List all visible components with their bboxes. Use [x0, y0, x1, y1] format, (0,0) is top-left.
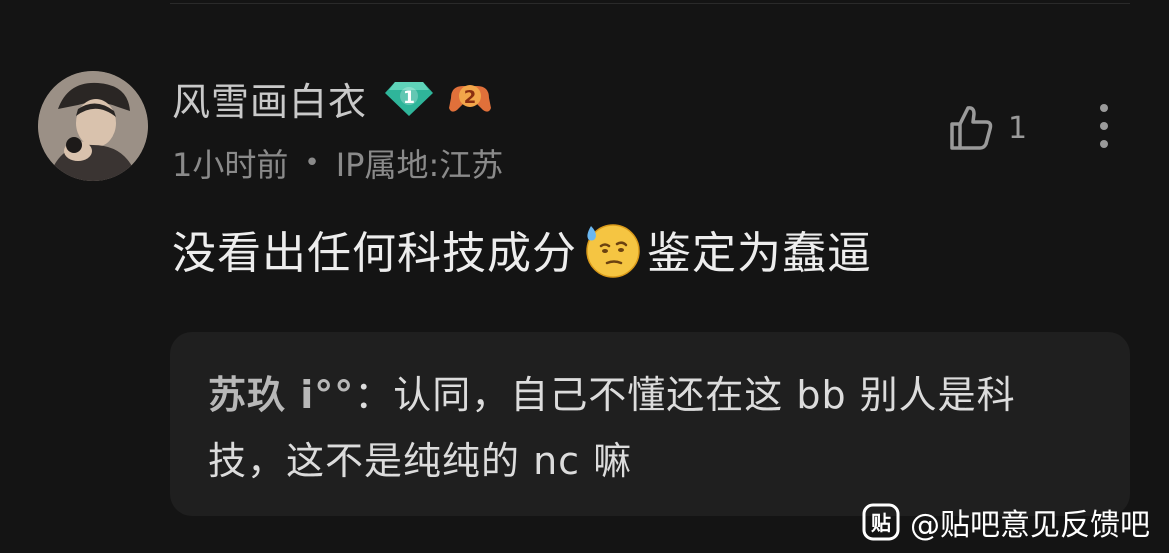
post-time: 1小时前 — [172, 146, 289, 184]
tieba-logo-text: 贴 — [871, 511, 891, 535]
reply-author[interactable]: 苏玖 i°° — [208, 373, 354, 417]
post-meta: 1小时前 • IP属地:江苏 — [172, 140, 503, 186]
reply-preview[interactable]: 苏玖 i°°：认同，自己不懂还在这 bb 别人是科技，这不是纯纯的 nc 嘛 — [170, 332, 1130, 516]
username[interactable]: 风雪画白衣 — [172, 71, 367, 126]
reply-content: 苏玖 i°°：认同，自己不懂还在这 bb 别人是科技，这不是纯纯的 nc 嘛 — [208, 362, 1088, 494]
reply-separator: ： — [354, 373, 394, 417]
thumbs-up-icon — [948, 104, 994, 152]
ip-location: IP属地:江苏 — [335, 146, 504, 184]
username-row: 风雪画白衣 1 2 — [172, 72, 495, 124]
comment-text-part-2: 鉴定为蠢逼 — [647, 228, 872, 279]
meta-separator: • — [304, 148, 320, 178]
like-count: 1 — [1008, 110, 1028, 146]
avatar[interactable] — [38, 71, 148, 181]
level-badge-label: 1 — [403, 88, 415, 108]
sweat-face-emoji — [579, 216, 645, 282]
more-vertical-icon — [1100, 104, 1108, 148]
avatar-image — [38, 71, 148, 181]
watermark-text: @贴吧意见反馈吧 — [910, 508, 1150, 543]
level-badge-icon: 1 — [383, 78, 435, 118]
divider — [170, 3, 1130, 4]
more-options-button[interactable] — [1086, 100, 1122, 154]
game-badge-label: 2 — [464, 87, 477, 108]
tieba-logo-icon: 贴 — [862, 503, 900, 541]
like-button[interactable]: 1 — [948, 100, 1027, 156]
comment-content: 没看出任何科技成分 鉴定为蠢逼 — [172, 216, 872, 282]
comment-text-part-1: 没看出任何科技成分 — [172, 228, 577, 279]
watermark: 贴 @贴吧意见反馈吧 — [862, 501, 1150, 543]
game-badge-icon: 2 — [445, 78, 495, 118]
